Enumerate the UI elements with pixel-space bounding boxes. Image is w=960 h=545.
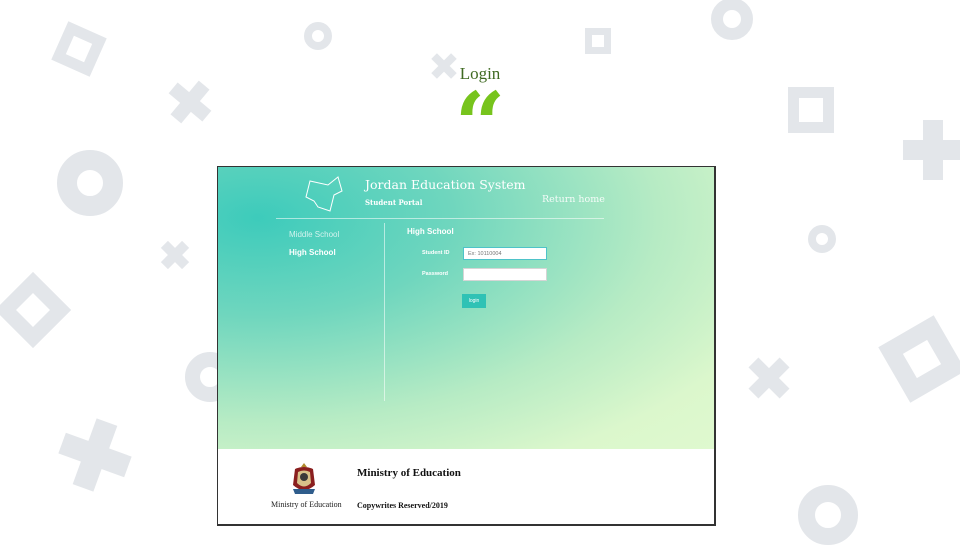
portal-subtitle: Student Portal [365, 198, 423, 207]
decor-ring [304, 22, 332, 50]
decor-square [585, 28, 611, 54]
decor-cross [50, 410, 140, 500]
jordan-map-outline-icon [305, 176, 343, 212]
decor-diamond [0, 271, 72, 349]
student-id-label: Student ID [422, 250, 450, 256]
coat-of-arms-icon [293, 463, 315, 494]
decor-ring [711, 0, 753, 40]
ministry-name: Ministry of Education [357, 467, 461, 479]
nav-item-high-school[interactable]: High School [289, 248, 336, 257]
password-label: Password [422, 271, 448, 277]
password-input[interactable] [463, 268, 547, 281]
decor-ring [808, 225, 836, 253]
form-heading: High School [407, 227, 454, 236]
decor-ring [798, 485, 858, 545]
portal-footer: Ministry of Education Ministry of Educat… [218, 449, 714, 524]
quote-mark-icon: “ [454, 72, 506, 176]
decor-cross [738, 347, 800, 409]
login-button[interactable]: login [462, 294, 486, 308]
portal-screenshot: Jordan Education System Student Portal R… [217, 166, 716, 526]
student-id-input[interactable] [463, 247, 547, 260]
header-divider [276, 218, 604, 219]
crest-caption: Ministry of Education [271, 500, 342, 509]
system-title: Jordan Education System [365, 177, 526, 192]
copyright-text: Copywrites Reserved/2019 [357, 501, 448, 510]
return-home-link[interactable]: Return home [542, 194, 605, 205]
sidebar-divider [384, 223, 385, 401]
nav-item-middle-school[interactable]: Middle School [289, 230, 339, 239]
decor-cross [154, 234, 196, 276]
decor-diamond [878, 315, 960, 403]
portal-header-area: Jordan Education System Student Portal R… [218, 167, 714, 449]
